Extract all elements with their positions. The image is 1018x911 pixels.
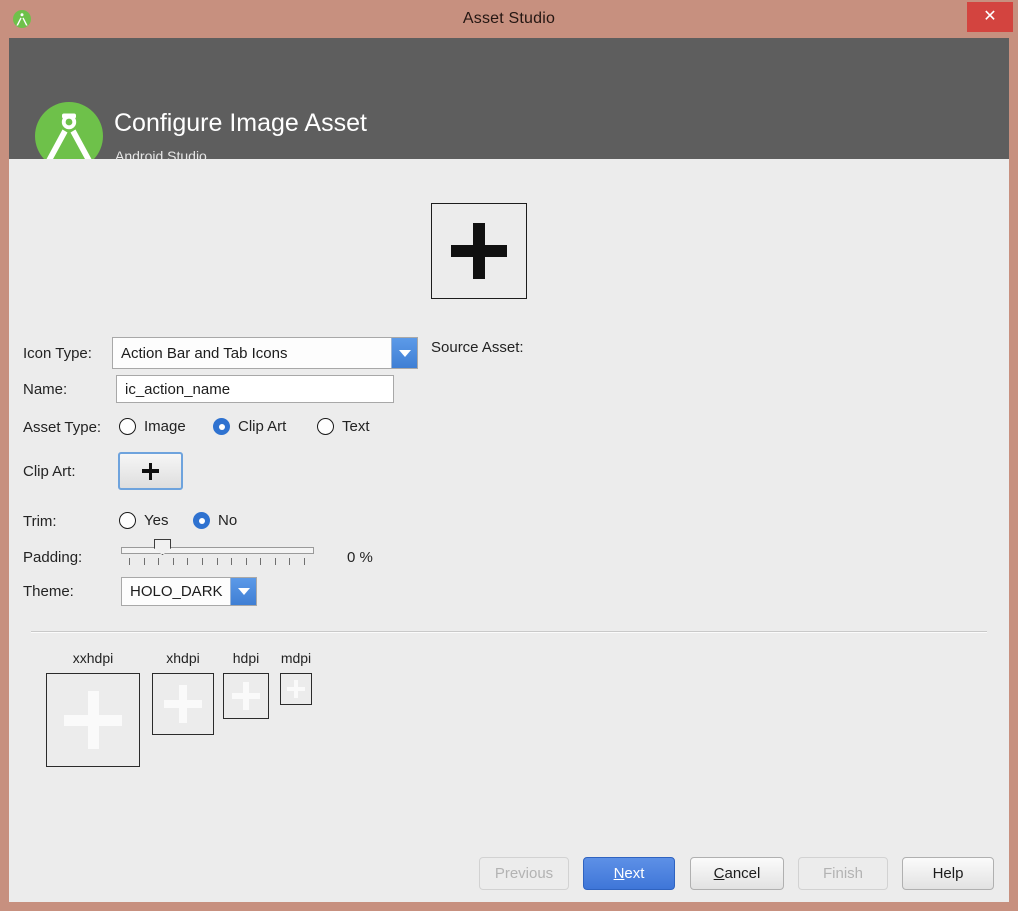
name-label: Name:	[23, 381, 68, 398]
slider-track[interactable]	[121, 547, 314, 554]
preview-label-mdpi: mdpi	[280, 650, 312, 666]
window-title: Asset Studio	[462, 10, 556, 27]
radio-icon[interactable]	[317, 418, 334, 435]
source-asset-label: Source Asset:	[431, 339, 524, 356]
trim-yes-label: Yes	[144, 512, 169, 529]
preview-label-hdpi: hdpi	[232, 650, 260, 666]
radio-selected-icon[interactable]	[213, 418, 230, 435]
padding-label: Padding:	[23, 549, 83, 566]
clip-art-label: Clip Art:	[23, 463, 76, 480]
wizard-footer: Previous Next Cancel Finish Help	[9, 845, 1009, 902]
clip-art-picker-button[interactable]	[118, 452, 183, 490]
padding-value: 0 %	[347, 549, 373, 566]
next-button-mnemonic: N	[613, 865, 625, 882]
asset-type-option-image[interactable]: Image	[119, 418, 186, 435]
theme-select[interactable]: HOLO_DARK	[121, 577, 257, 606]
preview-label-xxhdpi: xxhdpi	[72, 650, 114, 666]
source-asset-preview	[431, 203, 527, 299]
asset-type-option-clip-art[interactable]: Clip Art	[213, 418, 286, 435]
previous-button[interactable]: Previous	[479, 857, 569, 890]
asset-type-text-label: Text	[342, 418, 370, 435]
preview-box-hdpi	[223, 673, 269, 719]
plus-icon	[451, 223, 507, 279]
plus-icon	[232, 682, 260, 710]
plus-icon	[64, 691, 122, 749]
finish-button[interactable]: Finish	[798, 857, 888, 890]
icon-type-label: Icon Type:	[23, 345, 92, 362]
help-button-label: Help	[932, 865, 964, 882]
cancel-button-label: ancel	[724, 865, 761, 882]
cancel-button-mnemonic: C	[713, 865, 725, 882]
preview-box-xhdpi	[152, 673, 214, 735]
preview-box-xxhdpi	[46, 673, 140, 767]
asset-type-image-label: Image	[144, 418, 186, 435]
trim-option-no[interactable]: No	[193, 512, 237, 529]
wizard-content: Icon Type: Action Bar and Tab Icons Name…	[9, 159, 1009, 845]
theme-value: HOLO_DARK	[130, 583, 223, 600]
finish-button-label: Finish	[822, 865, 863, 882]
slider-ticks	[121, 558, 314, 566]
theme-label: Theme:	[23, 583, 74, 600]
next-button[interactable]: Next	[583, 857, 675, 890]
trim-option-yes[interactable]: Yes	[119, 512, 168, 529]
plus-icon	[142, 462, 159, 480]
chevron-down-icon[interactable]	[230, 578, 256, 605]
previous-button-label: Previous	[494, 865, 554, 882]
close-icon[interactable]: ✕	[967, 2, 1013, 32]
preview-label-xhdpi: xhdpi	[166, 650, 200, 666]
icon-type-select[interactable]: Action Bar and Tab Icons	[112, 337, 418, 369]
plus-icon	[287, 680, 305, 698]
radio-icon[interactable]	[119, 512, 136, 529]
wizard-header: Configure Image Asset Android Studio	[9, 38, 1009, 170]
cancel-button[interactable]: Cancel	[690, 857, 784, 890]
asset-type-option-text[interactable]: Text	[317, 418, 370, 435]
page-title: Configure Image Asset	[114, 109, 367, 137]
radio-icon[interactable]	[119, 418, 136, 435]
asset-type-label: Asset Type:	[23, 419, 102, 436]
plus-icon	[164, 685, 202, 723]
next-button-label: ext	[624, 865, 645, 882]
asset-type-clip-art-label: Clip Art	[238, 418, 287, 435]
asset-studio-window: Asset Studio ✕ Configure Image Asset And…	[0, 0, 1018, 911]
trim-no-label: No	[218, 512, 238, 529]
trim-label: Trim:	[23, 513, 57, 530]
window-titlebar: Asset Studio ✕	[0, 0, 1018, 38]
icon-type-value: Action Bar and Tab Icons	[121, 344, 288, 362]
section-divider	[31, 631, 987, 633]
padding-slider[interactable]	[121, 537, 314, 567]
chevron-down-icon[interactable]	[391, 338, 417, 368]
preview-box-mdpi	[280, 673, 312, 705]
radio-selected-icon[interactable]	[193, 512, 210, 529]
name-input[interactable]	[116, 375, 394, 403]
help-button[interactable]: Help	[902, 857, 994, 890]
